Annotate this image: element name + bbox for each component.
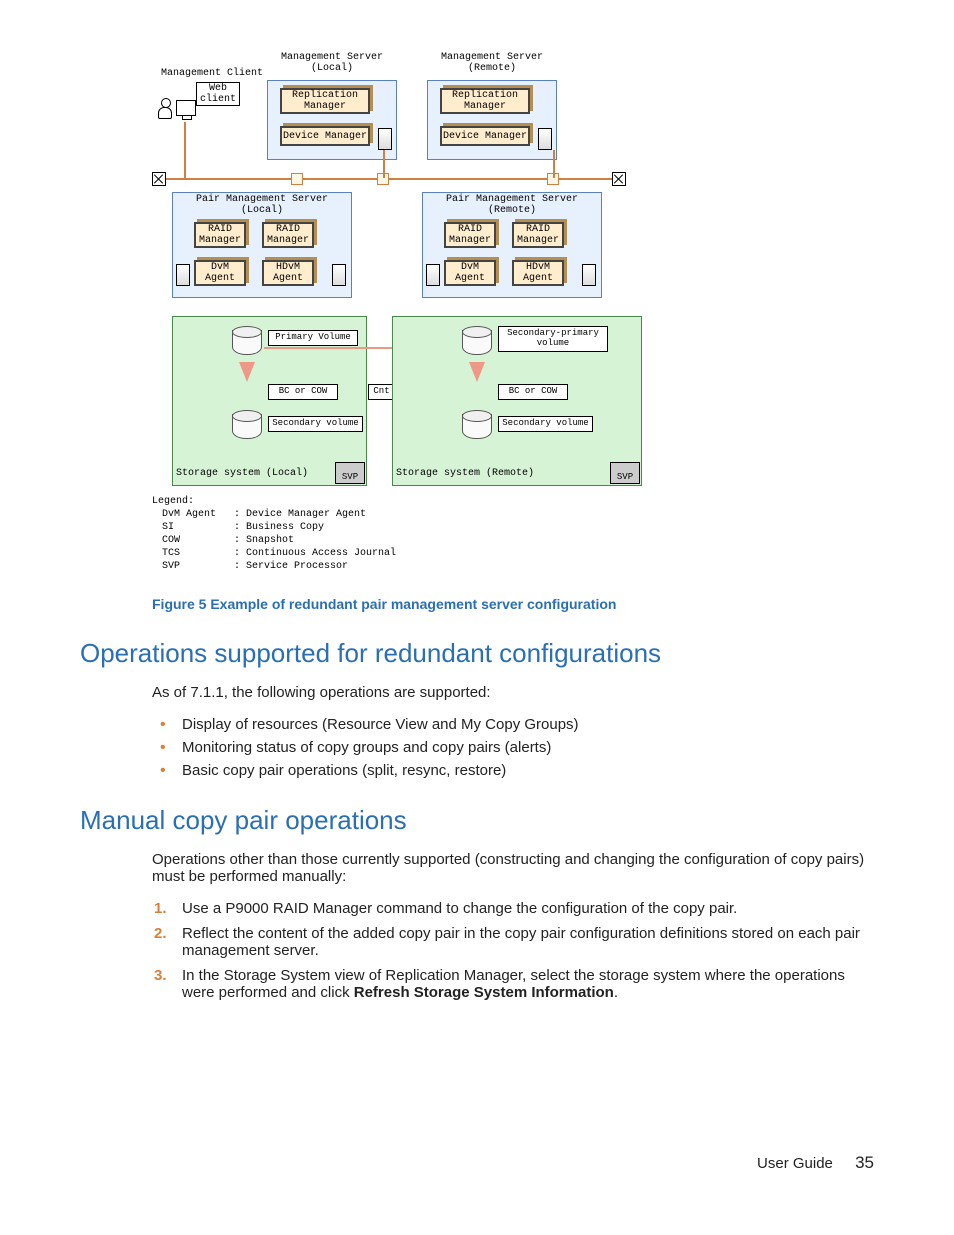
dvm-agent-local: DvM Agent <box>194 260 246 286</box>
secondary-volume-remote: Secondary volume <box>498 416 593 432</box>
secondary-primary-volume-label: Secondary-primary volume <box>498 326 608 352</box>
network-node-icon <box>152 172 166 186</box>
bullet-item: Monitoring status of copy groups and cop… <box>182 739 874 756</box>
bullet-item: Display of resources (Resource View and … <box>182 716 874 733</box>
arrow-down-icon <box>239 362 255 382</box>
network-line <box>553 150 555 178</box>
section-heading-manual: Manual copy pair operations <box>80 805 874 836</box>
legend-table: DvM Agent: Device Manager Agent SI: Busi… <box>152 507 406 574</box>
raid-manager-remote-1: RAID Manager <box>444 222 496 248</box>
network-line <box>184 122 186 178</box>
arrow-down-icon <box>469 362 485 382</box>
server-icon <box>378 128 392 150</box>
legend-value: : Snapshot <box>226 535 404 546</box>
legend-key: SI <box>154 522 224 533</box>
management-client-label: Management Client <box>152 68 272 79</box>
raid-manager-remote-2: RAID Manager <box>512 222 564 248</box>
replication-manager-local: Replication Manager <box>280 88 370 114</box>
section2-steps: Use a P9000 RAID Manager command to chan… <box>152 900 874 1001</box>
cylinder-icon <box>232 410 262 440</box>
storage-remote-label: Storage system (Remote) <box>396 468 534 479</box>
legend-key: COW <box>154 535 224 546</box>
primary-volume-label: Primary Volume <box>268 330 358 346</box>
cylinder-icon <box>462 326 492 356</box>
legend-value: : Business Copy <box>226 522 404 533</box>
step-item: Reflect the content of the added copy pa… <box>182 925 874 959</box>
footer-label: User Guide <box>757 1155 833 1172</box>
network-line <box>383 150 385 178</box>
step-item: Use a P9000 RAID Manager command to chan… <box>182 900 874 917</box>
section-heading-operations: Operations supported for redundant confi… <box>80 638 874 669</box>
bc-or-cow-local: BC or COW <box>268 384 338 400</box>
monitor-icon <box>176 100 196 116</box>
legend-key: DvM Agent <box>154 509 224 520</box>
person-icon <box>158 98 172 118</box>
legend-value: : Device Manager Agent <box>226 509 404 520</box>
secondary-volume-local: Secondary volume <box>268 416 363 432</box>
step-item: In the Storage System view of Replicatio… <box>182 967 874 1001</box>
storage-local-label: Storage system (Local) <box>176 468 308 479</box>
web-client-box: Web client <box>196 82 240 106</box>
replication-manager-remote: Replication Manager <box>440 88 530 114</box>
section2-intro: Operations other than those currently su… <box>152 851 874 885</box>
cylinder-icon <box>232 326 262 356</box>
management-server-local-label: Management Server (Local) <box>267 52 397 74</box>
network-node-icon <box>612 172 626 186</box>
dvm-agent-remote: DvM Agent <box>444 260 496 286</box>
pair-management-local-label: Pair Management Server (Local) <box>172 194 352 216</box>
section1-bullets: Display of resources (Resource View and … <box>152 716 874 779</box>
bullet-item: Basic copy pair operations (split, resyn… <box>182 762 874 779</box>
server-icon <box>582 264 596 286</box>
device-manager-local: Device Manager <box>280 126 370 146</box>
raid-manager-local-1: RAID Manager <box>194 222 246 248</box>
device-manager-remote: Device Manager <box>440 126 530 146</box>
pair-management-remote-label: Pair Management Server (Remote) <box>422 194 602 216</box>
cylinder-icon <box>462 410 492 440</box>
management-server-remote-label: Management Server (Remote) <box>427 52 557 74</box>
legend-value: : Continuous Access Journal <box>226 548 404 559</box>
raid-manager-local-2: RAID Manager <box>262 222 314 248</box>
svp-box: SVP <box>335 462 365 484</box>
bc-or-cow-remote: BC or COW <box>498 384 568 400</box>
legend-title: Legend: <box>152 496 406 507</box>
server-icon <box>426 264 440 286</box>
network-junction <box>291 173 303 185</box>
legend-block: Legend: DvM Agent: Device Manager Agent … <box>152 496 406 574</box>
legend-key: SVP <box>154 561 224 572</box>
page-footer: User Guide 35 <box>757 1153 874 1173</box>
server-icon <box>176 264 190 286</box>
architecture-diagram: Management Client Management Server (Loc… <box>152 40 642 586</box>
section1-intro: As of 7.1.1, the following operations ar… <box>152 684 874 701</box>
server-icon <box>538 128 552 150</box>
figure-caption: Figure 5 Example of redundant pair manag… <box>152 596 874 612</box>
legend-value: : Service Processor <box>226 561 404 572</box>
page-number: 35 <box>855 1153 874 1172</box>
legend-key: TCS <box>154 548 224 559</box>
svp-box: SVP <box>610 462 640 484</box>
server-icon <box>332 264 346 286</box>
hdvm-agent-remote: HDvM Agent <box>512 260 564 286</box>
hdvm-agent-local: HDvM Agent <box>262 260 314 286</box>
